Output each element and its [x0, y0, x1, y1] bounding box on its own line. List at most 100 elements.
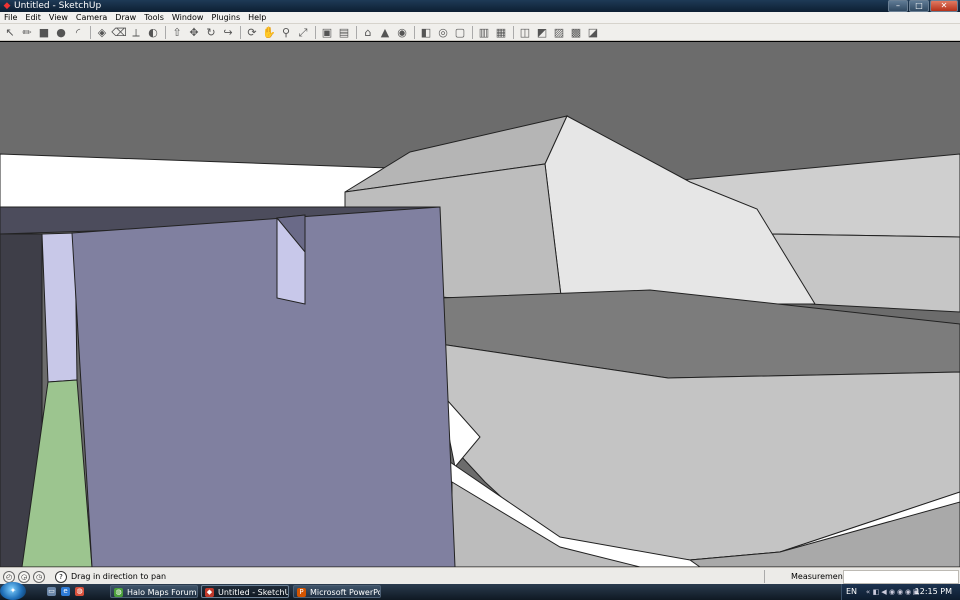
measurements-label: Measurements: [791, 572, 851, 581]
front-wall: [71, 206, 456, 567]
tray-arrow-icon[interactable]: «: [864, 588, 872, 596]
rectangle-tool-icon: ■: [38, 25, 50, 39]
select-tool-button[interactable]: ↖: [2, 25, 18, 40]
make-component-button[interactable]: ◈: [94, 25, 110, 40]
fog-button[interactable]: ◎: [435, 25, 451, 40]
maximize-button[interactable]: □: [909, 0, 929, 12]
monochrome-button[interactable]: ▩: [568, 25, 584, 40]
move-tool-button[interactable]: ✥: [186, 25, 202, 40]
system-tray: EN «◧ ◀ ◉ ◉ ◉ ▣ 12:15 PM: [841, 584, 960, 600]
arc-tool-button[interactable]: ◜: [70, 25, 86, 40]
menu-view[interactable]: View: [45, 12, 72, 23]
eraser-tool-button[interactable]: ⌫: [111, 25, 127, 40]
3d-viewport[interactable]: [0, 42, 960, 567]
menu-plugins[interactable]: Plugins: [207, 12, 244, 23]
taskbar-halo-maps[interactable]: ◍ Halo Maps Forum - ...: [110, 585, 198, 598]
menu-tools[interactable]: Tools: [140, 12, 168, 23]
zoom-extents-icon: ⤢: [298, 25, 308, 39]
taskbar-powerpoint[interactable]: P Microsoft PowerPoi...: [293, 585, 381, 598]
line-tool-button[interactable]: ✏: [19, 25, 35, 40]
menu-window[interactable]: Window: [168, 12, 208, 23]
shadows-button[interactable]: ◧: [418, 25, 434, 40]
taskbar-button-label: Untitled - SketchUp: [218, 588, 289, 597]
push-pull-button[interactable]: ⇧: [169, 25, 185, 40]
tray-volume-icon[interactable]: ◀: [880, 588, 888, 596]
toggle-terrain-button[interactable]: ▲: [377, 25, 393, 40]
monochrome-icon: ▩: [570, 25, 582, 39]
status-divider: [764, 570, 765, 583]
toolbar-separator: [165, 25, 166, 39]
shaded-button[interactable]: ◩: [534, 25, 550, 40]
circle-tool-button[interactable]: ●: [53, 25, 69, 40]
tray-network-icon[interactable]: ◧: [872, 588, 880, 596]
taskbar-powerpoint-icon: P: [297, 588, 306, 597]
tray-app2-icon[interactable]: ◉: [896, 588, 904, 596]
show-desktop-icon[interactable]: ▭: [47, 587, 56, 596]
fog-icon: ◎: [438, 25, 448, 39]
menu-edit[interactable]: Edit: [21, 12, 45, 23]
get-models-icon: ▣: [321, 25, 333, 39]
zoom-extents-button[interactable]: ⤢: [295, 25, 311, 40]
interior-light-panel: [41, 232, 78, 383]
menu-help[interactable]: Help: [244, 12, 270, 23]
orbit-tool-button[interactable]: ⟳: [244, 25, 260, 40]
help-icon[interactable]: ?: [55, 571, 67, 583]
toolbar-separator: [513, 25, 514, 39]
pan-tool-button[interactable]: ✋: [261, 25, 277, 40]
chrome-icon[interactable]: ◍: [75, 587, 84, 596]
menu-draw[interactable]: Draw: [111, 12, 140, 23]
credits-icon[interactable]: ◶: [18, 571, 30, 583]
minimize-button[interactable]: –: [888, 0, 908, 12]
google-earth-icon: ◉: [397, 25, 407, 39]
toggle-terrain-icon: ▲: [380, 25, 390, 39]
title-bar: ◆ Untitled - SketchUp – □ ✕: [0, 0, 960, 12]
toolbar-separator: [90, 25, 91, 39]
ie-icon[interactable]: e: [61, 587, 70, 596]
tray-app1-icon[interactable]: ◉: [888, 588, 896, 596]
tape-measure-icon: ⟂: [132, 25, 140, 39]
clock[interactable]: 12:15 PM: [915, 584, 952, 600]
get-models-button[interactable]: ▣: [319, 25, 335, 40]
follow-me-button[interactable]: ↪: [220, 25, 236, 40]
taskbar: ✦ ▭ e ◍ ◍ Halo Maps Forum - ... ◆ Untitled - …: [0, 582, 960, 600]
rotate-tool-icon: ↻: [206, 25, 216, 39]
section-plane-button[interactable]: ▢: [452, 25, 468, 40]
windows-logo-icon: ✦: [9, 586, 17, 595]
style-button[interactable]: ◪: [585, 25, 601, 40]
add-location-button[interactable]: ⌂: [360, 25, 376, 40]
paint-bucket-button[interactable]: ◐: [145, 25, 161, 40]
measurements-input[interactable]: [843, 570, 959, 584]
toolbar-separator: [472, 25, 473, 39]
zoom-tool-button[interactable]: ⚲: [278, 25, 294, 40]
x-ray-button[interactable]: ▥: [476, 25, 492, 40]
language-indicator[interactable]: EN: [846, 584, 857, 600]
taskbar-sketchup[interactable]: ◆ Untitled - SketchUp: [201, 585, 289, 598]
window-controls: – □ ✕: [887, 0, 958, 12]
wireframe-button[interactable]: ▦: [493, 25, 509, 40]
google-earth-button[interactable]: ◉: [394, 25, 410, 40]
shaded-textures-icon: ▨: [553, 25, 565, 39]
close-button[interactable]: ✕: [930, 0, 958, 12]
menu-camera[interactable]: Camera: [72, 12, 111, 23]
shaded-icon: ◩: [536, 25, 548, 39]
tray-app3-icon[interactable]: ◉: [904, 588, 912, 596]
zoom-tool-icon: ⚲: [281, 25, 291, 39]
status-bar: ◴ ◶ ◷ ? Drag in direction to pan Measure…: [0, 567, 960, 585]
tape-measure-button[interactable]: ⟂: [128, 25, 144, 40]
rotate-tool-button[interactable]: ↻: [203, 25, 219, 40]
share-model-button[interactable]: ▤: [336, 25, 352, 40]
signin-icon[interactable]: ◷: [33, 571, 45, 583]
taskbar-button-label: Halo Maps Forum - ...: [127, 588, 197, 597]
start-button[interactable]: ✦: [0, 582, 26, 600]
menu-file[interactable]: File: [0, 12, 21, 23]
hidden-line-button[interactable]: ◫: [517, 25, 533, 40]
shaded-textures-button[interactable]: ▨: [551, 25, 567, 40]
toolbar-separator: [356, 25, 357, 39]
share-model-icon: ▤: [338, 25, 350, 39]
scene-drawing[interactable]: [0, 42, 960, 567]
follow-me-icon: ↪: [223, 25, 233, 39]
rectangle-tool-button[interactable]: ■: [36, 25, 52, 40]
pan-tool-icon: ✋: [262, 25, 276, 39]
main-toolbar: ↖ ✏ ■ ● ◜ ◈ ⌫ ⟂ ◐ ⇧ ✥ ↻ ↪ ⟳ ✋ ⚲ ⤢ ▣ ▤ ⌂ ▲ ◉ ◧ ◎ ▢ ▥ ▦ ◫ ◩ ▨ ▩ ◪: [0, 24, 960, 41]
shadows-icon: ◧: [420, 25, 432, 39]
